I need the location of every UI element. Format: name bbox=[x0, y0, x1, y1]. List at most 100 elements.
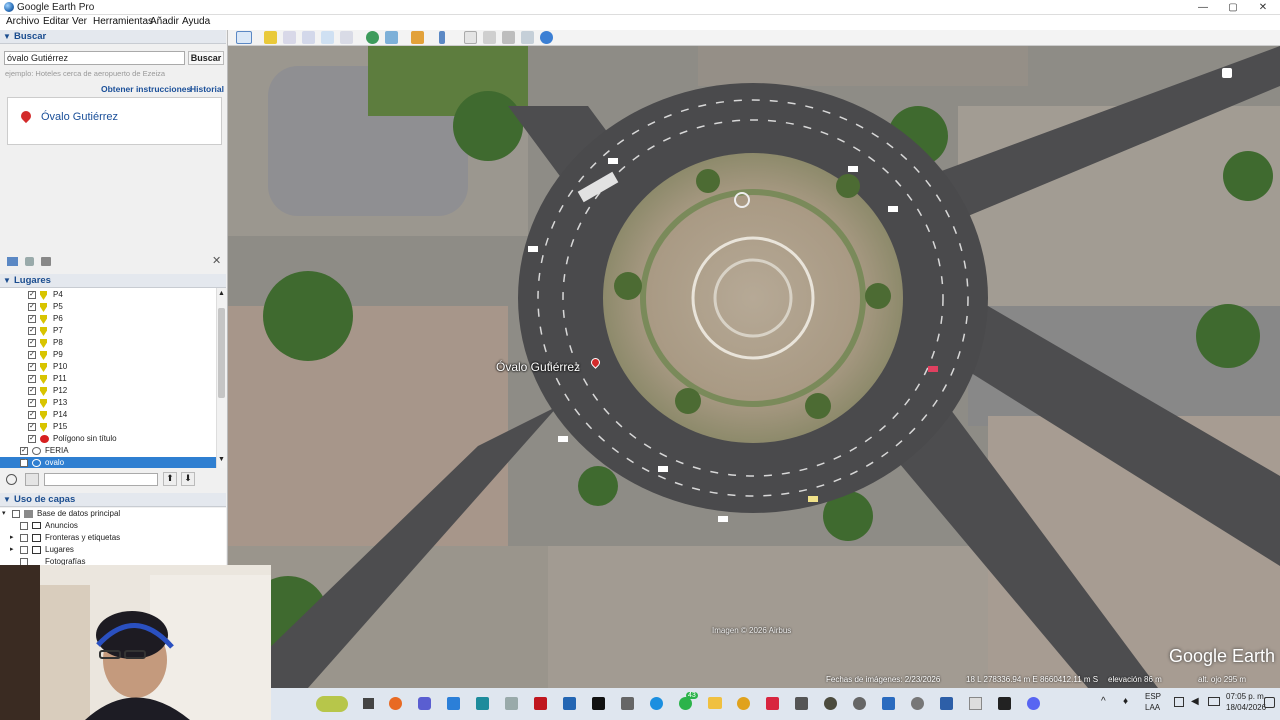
place-item[interactable]: ✓ P15 bbox=[0, 421, 216, 433]
places-header[interactable]: ▼ Lugares bbox=[0, 274, 226, 288]
firefox-icon[interactable] bbox=[389, 697, 402, 710]
expand-arrow-icon[interactable]: ▸ bbox=[10, 544, 14, 556]
place-item[interactable]: ✓ P10 bbox=[0, 361, 216, 373]
close-button[interactable]: ✕ bbox=[1248, 0, 1278, 15]
app-icon[interactable] bbox=[853, 697, 866, 710]
compass-icon[interactable] bbox=[1222, 68, 1232, 78]
place-item[interactable]: ✓ P8 bbox=[0, 337, 216, 349]
layer-item[interactable]: ▸ Fronteras y etiquetas bbox=[0, 532, 216, 544]
search-header[interactable]: ▼ Buscar bbox=[0, 30, 226, 44]
start-icon[interactable] bbox=[363, 698, 374, 709]
place-item[interactable]: ✓ P4 bbox=[0, 289, 216, 301]
language-indicator[interactable]: ESP bbox=[1145, 692, 1161, 701]
scroll-up-icon[interactable]: ▲ bbox=[218, 290, 225, 297]
app-icon[interactable] bbox=[505, 697, 518, 710]
places-filter-input[interactable] bbox=[44, 473, 158, 486]
layer-item[interactable]: ▾ Base de datos principal bbox=[0, 508, 216, 520]
calculator-icon[interactable] bbox=[940, 697, 953, 710]
historical-imagery-icon[interactable] bbox=[366, 31, 379, 44]
folder-icon[interactable] bbox=[7, 257, 18, 266]
checkbox[interactable]: ✓ bbox=[28, 399, 36, 407]
checkbox[interactable]: ✓ bbox=[28, 423, 36, 431]
ruler-icon[interactable] bbox=[439, 31, 445, 44]
menu-ayuda[interactable]: Ayuda bbox=[182, 16, 210, 27]
edge-icon[interactable] bbox=[650, 697, 663, 710]
history-link[interactable]: Historial bbox=[190, 84, 224, 94]
menu-herramientas[interactable]: Herramientas bbox=[93, 16, 153, 27]
place-item[interactable]: ✓ P11 bbox=[0, 373, 216, 385]
app-icon[interactable] bbox=[534, 697, 547, 710]
scroll-thumb[interactable] bbox=[218, 308, 225, 398]
chrome-icon[interactable] bbox=[737, 697, 750, 710]
app-icon[interactable] bbox=[998, 697, 1011, 710]
search-icon[interactable] bbox=[6, 474, 17, 485]
tiktok-icon[interactable] bbox=[592, 697, 605, 710]
place-item[interactable]: ✓ P13 bbox=[0, 397, 216, 409]
view-in-maps-icon[interactable] bbox=[521, 31, 534, 44]
place-item-selected[interactable]: ✓ ovalo bbox=[0, 457, 226, 468]
sidebar-icon[interactable] bbox=[25, 473, 39, 486]
notifications-icon[interactable] bbox=[1264, 697, 1275, 708]
place-item[interactable]: ✓ P14 bbox=[0, 409, 216, 421]
checkbox[interactable] bbox=[12, 510, 20, 518]
wifi-icon[interactable] bbox=[1174, 697, 1184, 707]
move-up-icon[interactable]: ⬆ bbox=[163, 472, 177, 486]
get-directions-link[interactable]: Obtener instrucciones bbox=[101, 84, 191, 94]
menu-ver[interactable]: Ver bbox=[72, 16, 87, 27]
layer-item[interactable]: ▸ Lugares bbox=[0, 544, 216, 556]
minimize-button[interactable]: — bbox=[1188, 0, 1218, 15]
layers-header[interactable]: ▼ Uso de capas bbox=[0, 493, 226, 507]
menu-archivo[interactable]: Archivo bbox=[6, 16, 39, 27]
clock-date[interactable]: 18/04/2026 bbox=[1226, 703, 1266, 712]
checkbox[interactable]: ✓ bbox=[28, 363, 36, 371]
checkbox[interactable]: ✓ bbox=[28, 375, 36, 383]
sidebar-toggle-icon[interactable] bbox=[236, 31, 252, 44]
battery-icon[interactable] bbox=[1208, 697, 1220, 706]
place-item[interactable]: ✓ P6 bbox=[0, 313, 216, 325]
menu-editar[interactable]: Editar bbox=[43, 16, 69, 27]
map-view[interactable]: Óvalo Gutiérrez Imagen © 2026 Airbus Goo… bbox=[228, 46, 1280, 688]
places-scrollbar[interactable]: ▲ ▼ bbox=[216, 288, 226, 468]
checkbox[interactable]: ✓ bbox=[28, 315, 36, 323]
place-item[interactable]: ✓ P12 bbox=[0, 385, 216, 397]
copy-icon[interactable] bbox=[25, 257, 34, 266]
settings-icon[interactable] bbox=[911, 697, 924, 710]
email-icon[interactable] bbox=[464, 31, 477, 44]
save-image-icon[interactable] bbox=[502, 31, 515, 44]
search-button[interactable]: Buscar bbox=[188, 51, 224, 65]
overlay-icon[interactable] bbox=[321, 31, 334, 44]
maximize-button[interactable]: ▢ bbox=[1218, 0, 1248, 15]
navigation-ring-icon[interactable] bbox=[734, 192, 750, 208]
sun-icon[interactable] bbox=[385, 31, 398, 44]
app-icon[interactable] bbox=[882, 697, 895, 710]
search-input[interactable]: óvalo Gutiérrez bbox=[4, 51, 185, 65]
file-explorer-icon[interactable] bbox=[708, 697, 722, 709]
close-panel-icon[interactable]: ✕ bbox=[212, 254, 221, 267]
menu-anadir[interactable]: Añadir bbox=[150, 16, 179, 27]
checkbox[interactable]: ✓ bbox=[20, 459, 28, 467]
checkbox[interactable]: ✓ bbox=[20, 447, 28, 455]
app-icon[interactable] bbox=[824, 697, 837, 710]
layer-item[interactable]: Anuncios bbox=[0, 520, 216, 532]
language-layout[interactable]: LAA bbox=[1145, 703, 1160, 712]
app-icon[interactable] bbox=[969, 697, 982, 710]
google-earth-taskbar-icon[interactable] bbox=[795, 697, 808, 710]
store-icon[interactable] bbox=[447, 697, 460, 710]
checkbox[interactable]: ✓ bbox=[28, 351, 36, 359]
checkbox[interactable]: ✓ bbox=[28, 303, 36, 311]
checkbox[interactable] bbox=[20, 534, 28, 542]
path-icon[interactable] bbox=[302, 31, 315, 44]
volume-icon[interactable]: ◀ bbox=[1191, 696, 1199, 707]
checkbox[interactable]: ✓ bbox=[28, 387, 36, 395]
search-result-item[interactable]: Óvalo Gutiérrez bbox=[41, 111, 118, 123]
placemark-icon[interactable] bbox=[264, 31, 277, 44]
discord-icon[interactable] bbox=[1027, 697, 1040, 710]
place-item[interactable]: ✓ P7 bbox=[0, 325, 216, 337]
place-item[interactable]: ✓ P9 bbox=[0, 349, 216, 361]
microphone-icon[interactable]: ♦ bbox=[1123, 696, 1128, 707]
place-item[interactable]: ✓ FERIA bbox=[0, 445, 216, 457]
outlook-icon[interactable] bbox=[563, 697, 576, 710]
earth-icon[interactable] bbox=[540, 31, 553, 44]
checkbox[interactable]: ✓ bbox=[28, 327, 36, 335]
teams-icon[interactable] bbox=[418, 697, 431, 710]
